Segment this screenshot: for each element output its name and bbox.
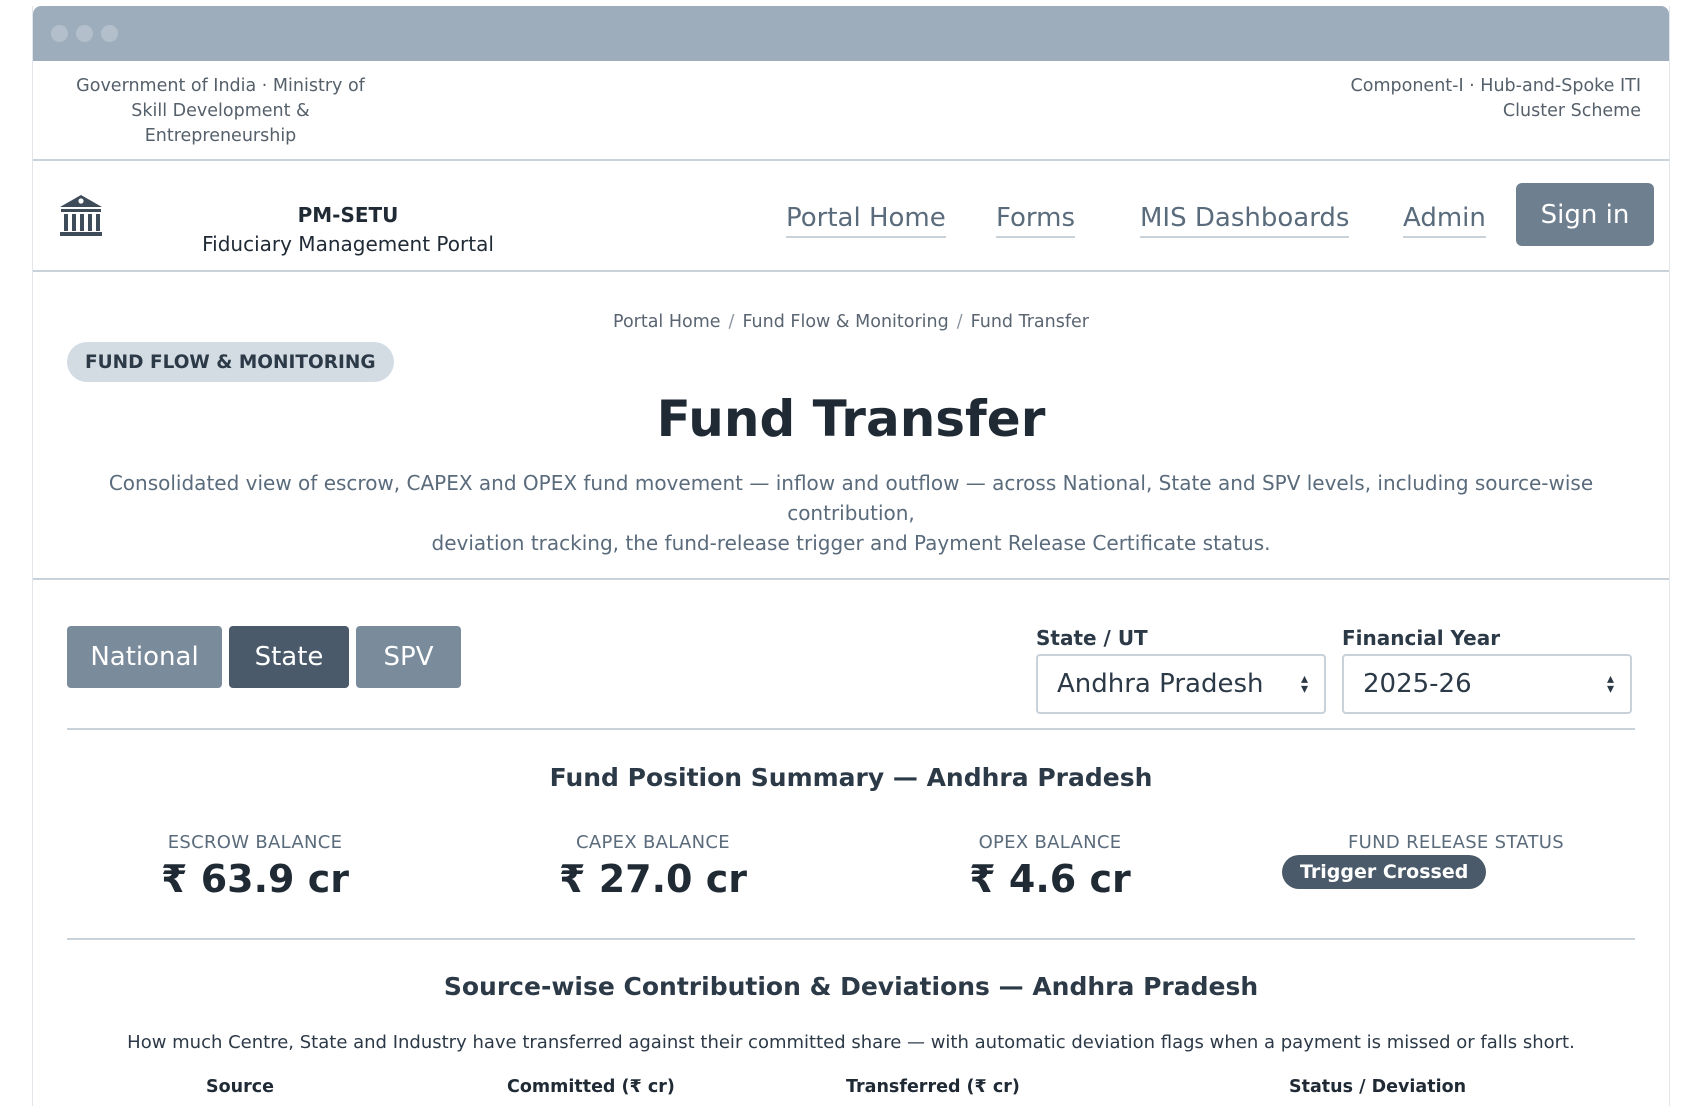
ministry-text: Government of India · Ministry of Skill … xyxy=(76,76,365,146)
state-label: State / UT xyxy=(1036,626,1148,650)
browser-window: Government of India · Ministry of Skill … xyxy=(32,6,1670,1106)
state-select-value: Andhra Pradesh xyxy=(1057,669,1264,699)
status-badge: Trigger Crossed xyxy=(1282,855,1487,889)
section-pill: FUND FLOW & MONITORING xyxy=(67,342,394,382)
column-header-source: Source xyxy=(206,1077,274,1097)
column-header-status: Status / Deviation xyxy=(1289,1077,1467,1097)
contribution-description: How much Centre, State and Industry have… xyxy=(127,1032,1575,1053)
tab-state[interactable]: State xyxy=(229,626,349,688)
government-strip: Government of India · Ministry of Skill … xyxy=(33,61,1669,161)
financial-year-select[interactable]: 2025-26 ▴ ▾ xyxy=(1342,654,1632,714)
financial-year-field: Financial Year 2025-26 ▴ ▾ xyxy=(1342,626,1632,714)
metric-label: CAPEX BALANCE xyxy=(576,832,730,853)
breadcrumb: Portal Home / Fund Flow & Monitoring / Fund … xyxy=(33,312,1669,332)
financial-year-select-value: 2025-26 xyxy=(1363,669,1472,699)
level-tabs: National State SPV xyxy=(67,626,461,688)
metric-label: FUND RELEASE STATUS xyxy=(1348,832,1564,853)
nav-link-portal-home[interactable]: Portal Home xyxy=(786,201,946,238)
window-maximize-dot[interactable] xyxy=(101,25,118,42)
window-titlebar xyxy=(33,6,1669,61)
page-header: Portal Home / Fund Flow & Monitoring / Fund … xyxy=(33,272,1669,580)
page-title: Fund Transfer xyxy=(656,390,1046,448)
nav-link-forms[interactable]: Forms xyxy=(996,201,1076,238)
escrow-balance-metric: ESCROW BALANCE ₹ 63.9 cr xyxy=(90,832,420,901)
top-navbar: PM-SETU Fiduciary Management Portal Port… xyxy=(33,161,1669,272)
page-description: Consolidated view of escrow, CAPEX and O… xyxy=(108,471,1594,555)
scheme-text: Component-I · Hub-and-Spoke ITI Cluster … xyxy=(1350,76,1641,121)
window-close-dot[interactable] xyxy=(51,25,68,42)
metric-label: ESCROW BALANCE xyxy=(167,832,343,853)
filter-controls: National State SPV State / UT Andhra Pra… xyxy=(33,580,1669,728)
fund-release-status-metric: FUND RELEASE STATUS Trigger Crossed xyxy=(1281,832,1669,889)
tab-national[interactable]: National xyxy=(67,626,222,688)
portal-brand[interactable]: PM-SETU Fiduciary Management Portal xyxy=(193,201,503,259)
breadcrumb-fund-flow[interactable]: Fund Flow & Monitoring xyxy=(742,312,948,332)
column-header-committed: Committed (₹ cr) xyxy=(507,1077,675,1097)
select-arrows-icon: ▴ ▾ xyxy=(1300,671,1308,697)
metric-value: ₹ 27.0 cr xyxy=(559,857,747,901)
window-minimize-dot[interactable] xyxy=(76,25,93,42)
contribution-title: Source-wise Contribution & Deviations — … xyxy=(443,972,1259,1001)
government-building-icon[interactable] xyxy=(56,191,106,241)
sign-in-button[interactable]: Sign in xyxy=(1516,183,1654,246)
metric-value: ₹ 4.6 cr xyxy=(969,857,1131,901)
breadcrumb-portal-home[interactable]: Portal Home xyxy=(613,312,721,332)
nav-link-admin[interactable]: Admin xyxy=(1403,201,1486,238)
source-wise-contribution: Source-wise Contribution & Deviations — … xyxy=(33,940,1669,1106)
financial-year-label: Financial Year xyxy=(1342,626,1501,650)
brand-title: PM-SETU xyxy=(297,203,399,227)
summary-title: Fund Position Summary — Andhra Pradesh xyxy=(549,763,1153,792)
nav-link-mis-dashboards[interactable]: MIS Dashboards xyxy=(1140,201,1350,238)
breadcrumb-current: Fund Transfer xyxy=(970,312,1089,332)
column-header-transferred: Transferred (₹ cr) xyxy=(846,1077,1020,1097)
metric-value: ₹ 63.9 cr xyxy=(161,857,349,901)
capex-balance-metric: CAPEX BALANCE ₹ 27.0 cr xyxy=(488,832,818,901)
opex-balance-metric: OPEX BALANCE ₹ 4.6 cr xyxy=(885,832,1215,901)
metric-label: OPEX BALANCE xyxy=(978,832,1122,853)
state-field: State / UT Andhra Pradesh ▴ ▾ xyxy=(1036,626,1326,714)
brand-subtitle: Fiduciary Management Portal xyxy=(202,232,494,256)
fund-position-summary: Fund Position Summary — Andhra Pradesh E… xyxy=(33,730,1669,938)
breadcrumb-separator: / xyxy=(956,312,963,332)
select-arrows-icon: ▴ ▾ xyxy=(1606,671,1614,697)
state-select[interactable]: Andhra Pradesh ▴ ▾ xyxy=(1036,654,1326,714)
breadcrumb-separator: / xyxy=(728,312,735,332)
tab-spv[interactable]: SPV xyxy=(356,626,461,688)
